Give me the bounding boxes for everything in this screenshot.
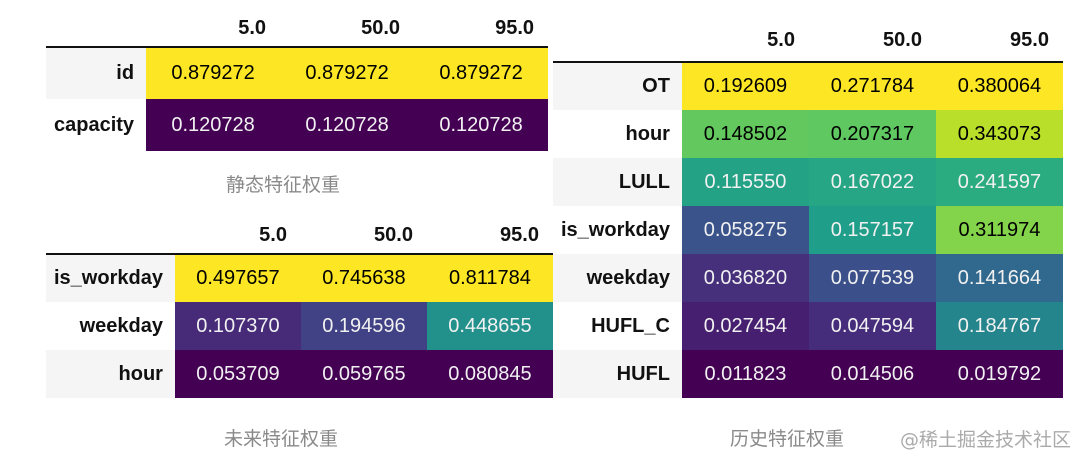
heatmap-cell: 0.141664 bbox=[935, 254, 1063, 302]
heatmap-cell: 0.241597 bbox=[935, 158, 1063, 206]
row-label: OT bbox=[553, 61, 682, 110]
watermark: @稀土掘金技术社区 bbox=[900, 429, 1072, 451]
table-row: OT 0.192609 0.271784 0.380064 bbox=[553, 61, 1063, 110]
heatmap-cell: 0.107370 bbox=[174, 302, 301, 350]
column-header: 95.0 bbox=[935, 20, 1063, 62]
row-label: hour bbox=[46, 350, 175, 398]
corner-cell bbox=[553, 20, 682, 62]
row-label: is_workday bbox=[553, 206, 682, 254]
table-row: capacity 0.120728 0.120728 0.120728 bbox=[46, 99, 549, 151]
row-label: is_workday bbox=[46, 253, 175, 302]
table-row: weekday 0.107370 0.194596 0.448655 bbox=[46, 302, 553, 350]
heatmap-cell: 0.036820 bbox=[681, 254, 809, 302]
heatmap-cell: 0.014506 bbox=[808, 350, 936, 398]
heatmap-cell: 0.157157 bbox=[808, 206, 936, 254]
heatmap-cell: 0.184767 bbox=[935, 302, 1063, 350]
heatmap-cell: 0.059765 bbox=[300, 350, 427, 398]
history-weights-panel: 5.0 50.0 95.0 OT 0.192609 0.271784 0.380064 hou… bbox=[553, 20, 1063, 398]
static-weights-caption: 静态特征权重 bbox=[226, 174, 341, 196]
heatmap-cell: 0.011823 bbox=[681, 350, 809, 398]
table-row: is_workday 0.497657 0.745638 0.811784 bbox=[46, 253, 553, 302]
heatmap-cell: 0.311974 bbox=[935, 206, 1063, 254]
heatmap-cell: 0.207317 bbox=[808, 110, 936, 158]
row-label: HUFL_C bbox=[553, 302, 682, 350]
table-row: weekday 0.036820 0.077539 0.141664 bbox=[553, 254, 1063, 302]
heatmap-cell: 0.194596 bbox=[300, 302, 427, 350]
static-weights-panel: 5.0 50.0 95.0 id 0.879272 0.879272 0.879272 cap… bbox=[46, 10, 549, 151]
row-label: HUFL bbox=[553, 350, 682, 398]
table-row: hour 0.148502 0.207317 0.343073 bbox=[553, 110, 1063, 158]
row-label: weekday bbox=[553, 254, 682, 302]
table-row: is_workday 0.058275 0.157157 0.311974 bbox=[553, 206, 1063, 254]
row-label: capacity bbox=[46, 99, 147, 151]
corner-cell bbox=[46, 10, 147, 47]
column-header: 5.0 bbox=[146, 10, 281, 47]
table-row: hour 0.053709 0.059765 0.080845 bbox=[46, 350, 553, 398]
heatmap-cell: 0.120728 bbox=[414, 99, 549, 151]
heatmap-cell: 0.120728 bbox=[280, 99, 415, 151]
heatmap-cell: 0.192609 bbox=[681, 61, 809, 110]
heatmap-cell: 0.058275 bbox=[681, 206, 809, 254]
heatmap-cell: 0.148502 bbox=[681, 110, 809, 158]
heatmap-cell: 0.115550 bbox=[681, 158, 809, 206]
column-header: 95.0 bbox=[426, 217, 553, 254]
heatmap-cell: 0.053709 bbox=[174, 350, 301, 398]
heatmap-cell: 0.027454 bbox=[681, 302, 809, 350]
future-weights-caption: 未来特征权重 bbox=[224, 428, 339, 450]
heatmap-cell: 0.448655 bbox=[426, 302, 553, 350]
column-header: 50.0 bbox=[280, 10, 415, 47]
heatmap-cell: 0.497657 bbox=[174, 253, 301, 302]
column-header: 50.0 bbox=[808, 20, 936, 62]
static-weights-heatmap: 5.0 50.0 95.0 id 0.879272 0.879272 0.879272 cap… bbox=[46, 10, 549, 151]
future-weights-heatmap: 5.0 50.0 95.0 is_workday 0.497657 0.745638 0.8… bbox=[46, 217, 553, 398]
table-row: HUFL 0.011823 0.014506 0.019792 bbox=[553, 350, 1063, 398]
column-header: 5.0 bbox=[174, 217, 301, 254]
heatmap-cell: 0.745638 bbox=[300, 253, 427, 302]
heatmap-cell: 0.120728 bbox=[146, 99, 281, 151]
heatmap-cell: 0.077539 bbox=[808, 254, 936, 302]
column-header: 50.0 bbox=[300, 217, 427, 254]
heatmap-cell: 0.019792 bbox=[935, 350, 1063, 398]
column-header: 95.0 bbox=[414, 10, 549, 47]
heatmap-cell: 0.879272 bbox=[146, 46, 281, 99]
corner-cell bbox=[46, 217, 175, 254]
heatmap-cell: 0.343073 bbox=[935, 110, 1063, 158]
heatmap-cell: 0.080845 bbox=[426, 350, 553, 398]
row-label: id bbox=[46, 46, 147, 99]
history-weights-heatmap: 5.0 50.0 95.0 OT 0.192609 0.271784 0.380064 hou… bbox=[553, 20, 1063, 398]
table-row: HUFL_C 0.027454 0.047594 0.184767 bbox=[553, 302, 1063, 350]
heatmap-cell: 0.167022 bbox=[808, 158, 936, 206]
heatmap-cell: 0.271784 bbox=[808, 61, 936, 110]
heatmap-cell: 0.879272 bbox=[414, 46, 549, 99]
row-label: weekday bbox=[46, 302, 175, 350]
column-header: 5.0 bbox=[681, 20, 809, 62]
heatmap-cell: 0.380064 bbox=[935, 61, 1063, 110]
row-label: LULL bbox=[553, 158, 682, 206]
heatmap-cell: 0.879272 bbox=[280, 46, 415, 99]
table-row: id 0.879272 0.879272 0.879272 bbox=[46, 46, 549, 99]
table-row: LULL 0.115550 0.167022 0.241597 bbox=[553, 158, 1063, 206]
future-weights-panel: 5.0 50.0 95.0 is_workday 0.497657 0.745638 0.8… bbox=[46, 217, 553, 398]
heatmap-cell: 0.047594 bbox=[808, 302, 936, 350]
heatmap-cell: 0.811784 bbox=[426, 253, 553, 302]
history-weights-caption: 历史特征权重 bbox=[730, 428, 845, 450]
row-label: hour bbox=[553, 110, 682, 158]
